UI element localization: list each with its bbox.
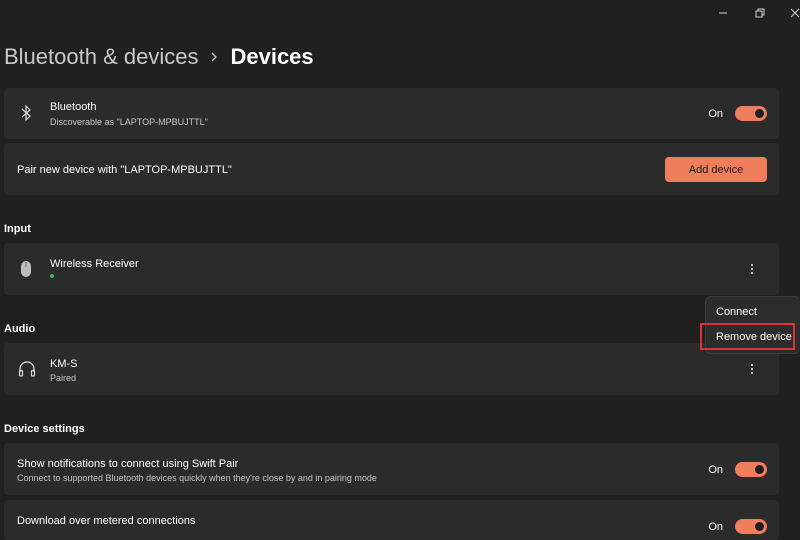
section-device-settings: Device settings (4, 423, 85, 435)
more-vertical-icon (750, 263, 754, 275)
mouse-icon (18, 259, 34, 279)
metered-toggle-label: On (708, 520, 723, 533)
chevron-right-icon (210, 51, 218, 63)
pair-device-card: Pair new device with "LAPTOP-MPBUJTTL" A… (4, 143, 779, 195)
page-title: Devices (230, 44, 314, 69)
section-input: Input (4, 223, 31, 235)
metered-toggle[interactable] (735, 519, 767, 534)
device-row-wireless-receiver[interactable]: Wireless Receiver (4, 243, 779, 295)
breadcrumb: Bluetooth & devices Devices (4, 44, 314, 70)
restore-icon (755, 8, 765, 18)
more-options-button[interactable] (745, 359, 759, 379)
highlight-box (700, 323, 795, 350)
close-icon (790, 8, 800, 18)
add-device-button[interactable]: Add device (665, 157, 767, 182)
minimize-button[interactable] (708, 0, 738, 26)
more-vertical-icon (750, 363, 754, 375)
setting-title: Download over metered connections (17, 515, 196, 527)
minimize-icon (719, 12, 727, 14)
bluetooth-title: Bluetooth (50, 101, 97, 113)
connected-status-dot (50, 274, 54, 278)
swift-pair-toggle-label: On (708, 463, 723, 476)
device-name: KM-S (50, 358, 78, 370)
menu-item-connect[interactable]: Connect (716, 306, 757, 318)
setting-title: Show notifications to connect using Swif… (17, 458, 239, 470)
setting-metered-downloads: Download over metered connections On (4, 500, 779, 540)
device-status: Paired (50, 373, 77, 383)
bluetooth-card: Bluetooth Discoverable as "LAPTOP-MPBUJT… (4, 88, 779, 139)
more-options-button[interactable] (745, 259, 759, 279)
bluetooth-icon (18, 104, 34, 122)
setting-swift-pair: Show notifications to connect using Swif… (4, 443, 779, 495)
breadcrumb-parent-link[interactable]: Bluetooth & devices (4, 44, 198, 70)
section-audio: Audio (4, 323, 36, 335)
swift-pair-toggle[interactable] (735, 462, 767, 477)
headphones-icon (17, 359, 37, 379)
metered-toggle-group: On (708, 519, 767, 534)
setting-subtitle: Connect to supported Bluetooth devices q… (17, 473, 377, 483)
bluetooth-toggle-group: On (708, 106, 767, 121)
bluetooth-toggle-label: On (708, 107, 723, 120)
device-name: Wireless Receiver (50, 258, 139, 270)
bluetooth-subtitle: Discoverable as "LAPTOP-MPBUJTTL" (50, 117, 208, 127)
pair-device-title: Pair new device with "LAPTOP-MPBUJTTL" (17, 164, 232, 176)
close-button[interactable] (780, 0, 800, 26)
restore-button[interactable] (745, 0, 775, 26)
bluetooth-toggle[interactable] (735, 106, 767, 121)
swift-pair-toggle-group: On (708, 462, 767, 477)
device-row-km-s[interactable]: KM-S Paired (4, 343, 779, 395)
